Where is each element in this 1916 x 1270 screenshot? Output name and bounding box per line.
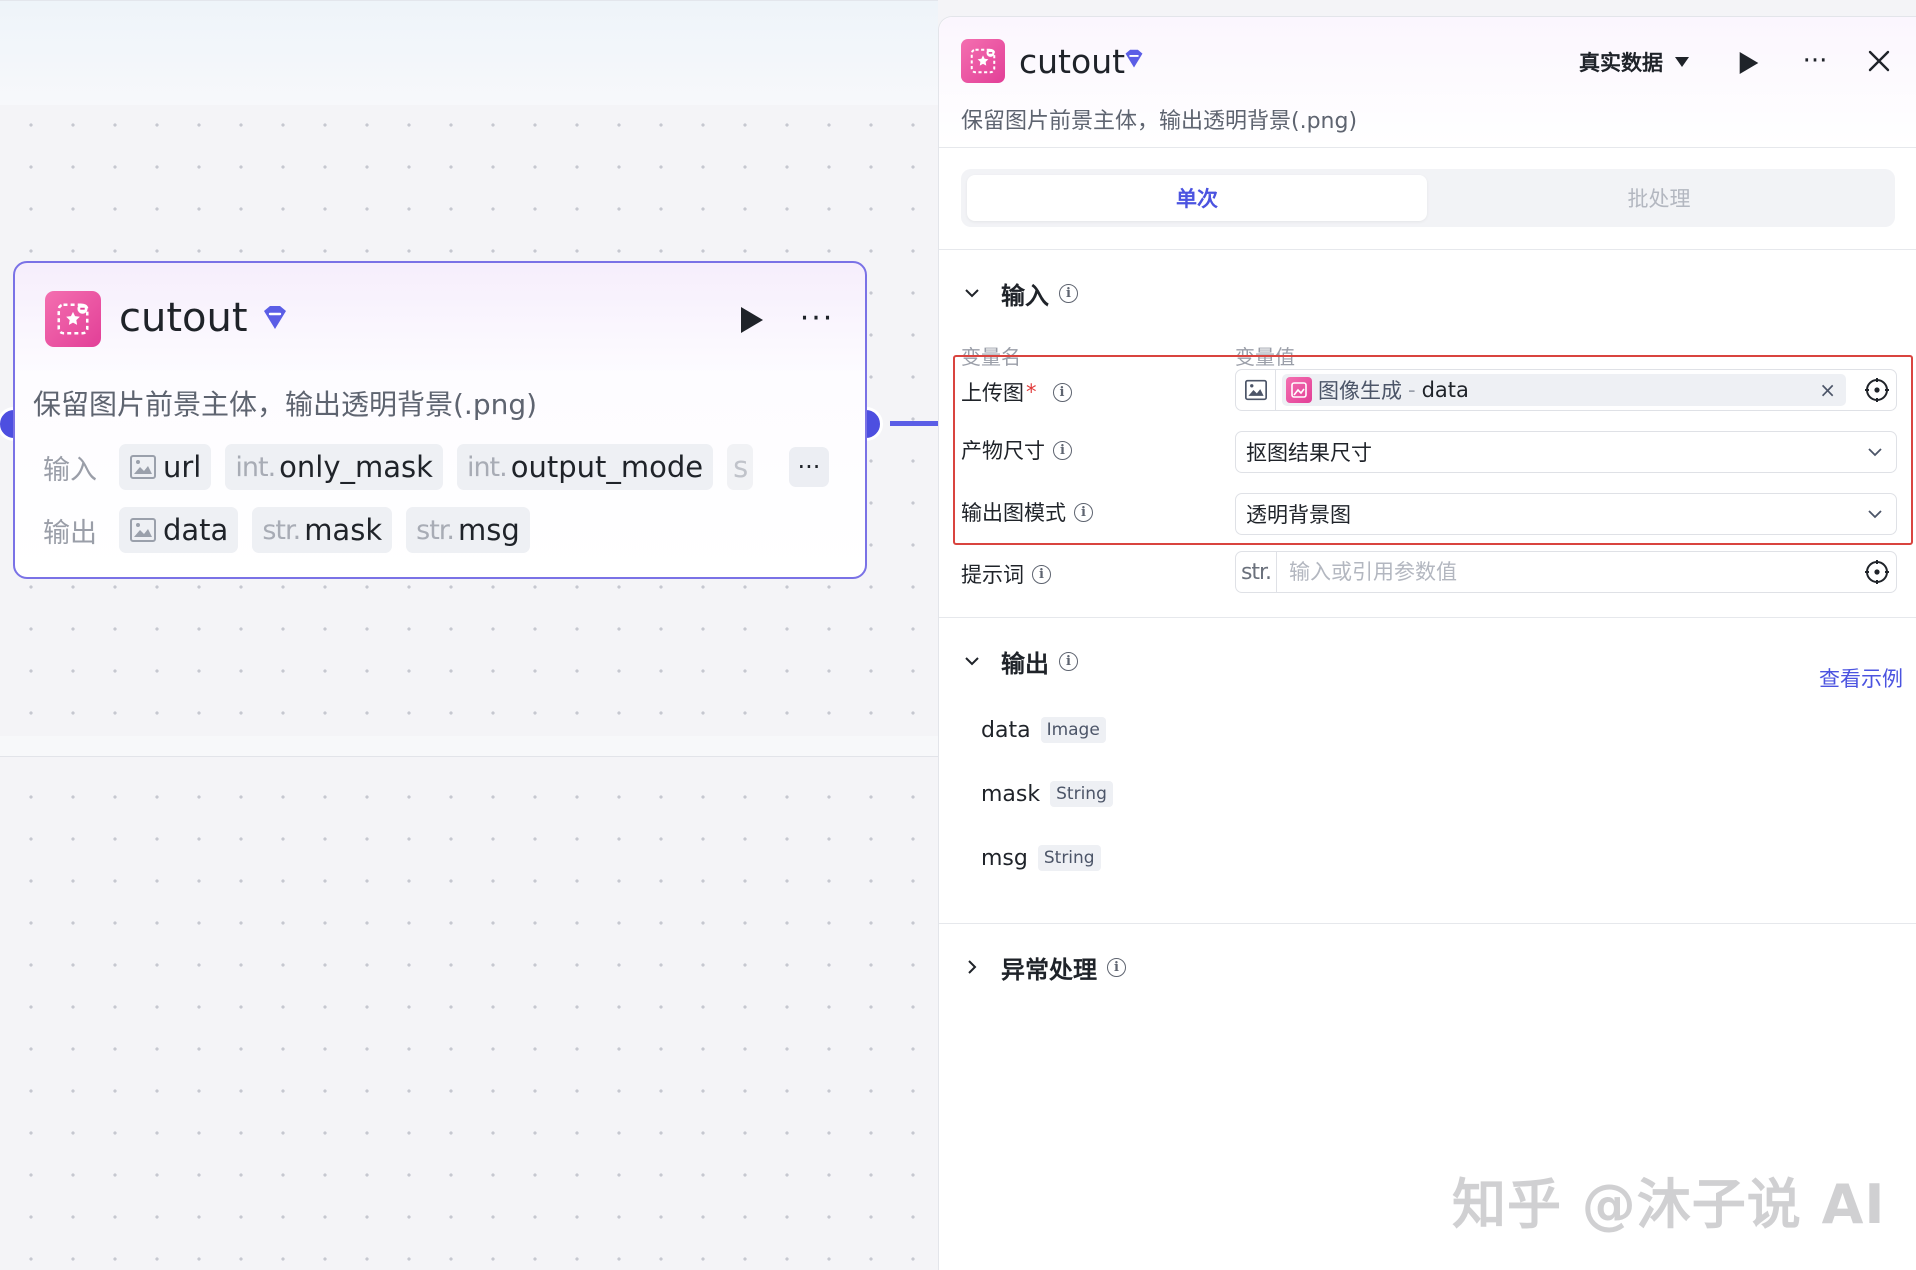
output-item-msg: msg String [981, 845, 1101, 871]
node-output-row: 输出 data str. mask str. msg [43, 506, 544, 554]
input-chip-output-mode: int. output_mode [456, 444, 714, 490]
image-icon [130, 518, 156, 542]
upload-image-field[interactable]: 图像生成 - data × [1235, 369, 1897, 411]
clear-reference-button[interactable]: × [1819, 378, 1836, 402]
node-more-button[interactable]: ··· [795, 300, 839, 336]
node-input-row: 输入 url int. only_mask int. output_mode s [43, 443, 767, 491]
divider [939, 249, 1916, 250]
info-icon[interactable]: i [1107, 957, 1126, 977]
node-output-label: 输出 [43, 517, 97, 549]
node-run-button[interactable] [737, 305, 767, 335]
output-item-data: data Image [981, 717, 1106, 743]
connection-edge[interactable] [890, 421, 938, 426]
field-label-prompt: 提示词 i [961, 559, 1051, 589]
premium-gem-icon [264, 306, 286, 329]
cutout-node-card[interactable]: cutout ··· 保留图片前景主体，输出透明背景(.png) 输入 url … [13, 261, 867, 579]
node-input-label: 输入 [43, 454, 97, 486]
image-icon [1244, 379, 1267, 401]
image-type-icon [1236, 370, 1276, 410]
input-chip-url: url [119, 444, 212, 490]
prompt-input[interactable] [1287, 559, 1864, 585]
tab-batch[interactable]: 批处理 [1429, 175, 1889, 221]
output-item-mask: mask String [981, 781, 1113, 807]
divider [939, 147, 1916, 148]
node-description: 保留图片前景主体，输出透明背景(.png) [33, 388, 538, 421]
variable-reference-chip[interactable]: 图像生成 - data × [1282, 374, 1846, 406]
canvas-top-band [0, 0, 938, 105]
more-dots-icon: ··· [1802, 46, 1828, 76]
chevron-down-icon [965, 289, 979, 298]
data-source-dropdown[interactable]: 真实数据 [1579, 47, 1689, 77]
panel-description: 保留图片前景主体，输出透明背景(.png) [961, 109, 1358, 134]
info-icon[interactable]: i [1052, 382, 1072, 402]
output-size-select[interactable]: 抠图结果尺寸 [1235, 431, 1897, 473]
panel-header: cutout 真实数据 ··· 保留图片前景主体，输出透明背景(.png) [939, 17, 1916, 147]
info-icon[interactable]: i [1059, 651, 1078, 671]
panel-run-button[interactable] [1735, 49, 1763, 77]
input-section-header[interactable]: 输入 i [961, 275, 1078, 311]
reference-target-icon[interactable] [1864, 377, 1890, 403]
close-icon [1868, 50, 1890, 72]
input-chip-only-mask: int. only_mask [225, 444, 443, 490]
chevron-down-icon [1868, 448, 1882, 457]
field-label-size: 产物尺寸 i [961, 435, 1072, 465]
info-icon[interactable]: i [1053, 440, 1072, 460]
chevron-down-icon [1868, 510, 1882, 519]
exception-section-header[interactable]: 异常处理 i [961, 949, 1126, 985]
input-chip-overflow: s [727, 444, 754, 490]
reference-target-icon[interactable] [1864, 559, 1890, 585]
field-label-mode: 输出图模式 i [961, 497, 1093, 527]
chevron-down-icon [965, 657, 979, 666]
divider [939, 923, 1916, 924]
panel-close-button[interactable] [1863, 45, 1895, 77]
play-icon [1739, 52, 1759, 74]
output-section-header[interactable]: 输出 i [961, 643, 1078, 679]
tab-single[interactable]: 单次 [967, 175, 1427, 221]
play-icon [741, 307, 763, 333]
panel-title: cutout [1019, 42, 1126, 81]
info-icon[interactable]: i [1059, 283, 1078, 303]
watermark-text: 知乎 @沐子说 AI [1452, 1173, 1886, 1236]
info-icon[interactable]: i [1032, 564, 1051, 584]
cutout-plugin-icon [45, 291, 101, 347]
output-chip-data: data [119, 507, 239, 553]
node-title: cutout [119, 295, 248, 341]
node-inputs-more-button[interactable]: ··· [789, 447, 829, 487]
canvas-divider [0, 736, 938, 757]
node-config-panel: cutout 真实数据 ··· 保留图片前景主体，输出透明背景(.png) 单次… [938, 16, 1916, 1270]
output-mode-select[interactable]: 透明背景图 [1235, 493, 1897, 535]
output-chip-msg: str. msg [406, 507, 530, 553]
output-chip-mask: str. mask [252, 507, 393, 553]
cutout-plugin-icon [961, 39, 1005, 83]
caret-down-icon [1675, 57, 1689, 67]
string-type-tag: str. [1236, 552, 1277, 592]
more-dots-icon: ··· [799, 300, 835, 336]
field-label-upload: 上传图 * i [961, 377, 1072, 407]
premium-gem-icon [1125, 49, 1143, 68]
divider [939, 617, 1916, 618]
workflow-canvas[interactable]: cutout ··· 保留图片前景主体，输出透明背景(.png) 输入 url … [0, 0, 938, 1270]
chevron-right-icon [968, 960, 977, 974]
panel-more-button[interactable]: ··· [1795, 45, 1835, 77]
image-icon [130, 455, 156, 479]
info-icon[interactable]: i [1074, 502, 1093, 522]
image-generation-icon [1286, 377, 1312, 403]
prompt-field[interactable]: str. [1235, 551, 1897, 593]
view-example-link[interactable]: 查看示例 [1819, 663, 1903, 693]
run-mode-tabs: 单次 批处理 [961, 169, 1895, 227]
